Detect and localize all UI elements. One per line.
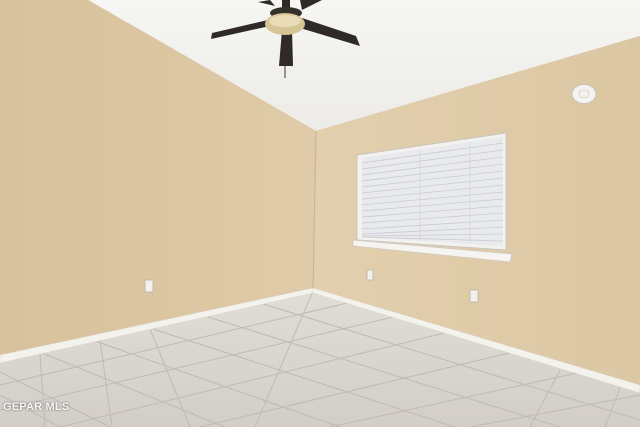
window-icon: [352, 132, 513, 263]
room-photo: GEPAR MLS: [0, 0, 640, 427]
room-illustration: [0, 0, 640, 427]
mls-watermark: GEPAR MLS: [3, 401, 70, 413]
smoke-detector-icon: [571, 84, 597, 104]
